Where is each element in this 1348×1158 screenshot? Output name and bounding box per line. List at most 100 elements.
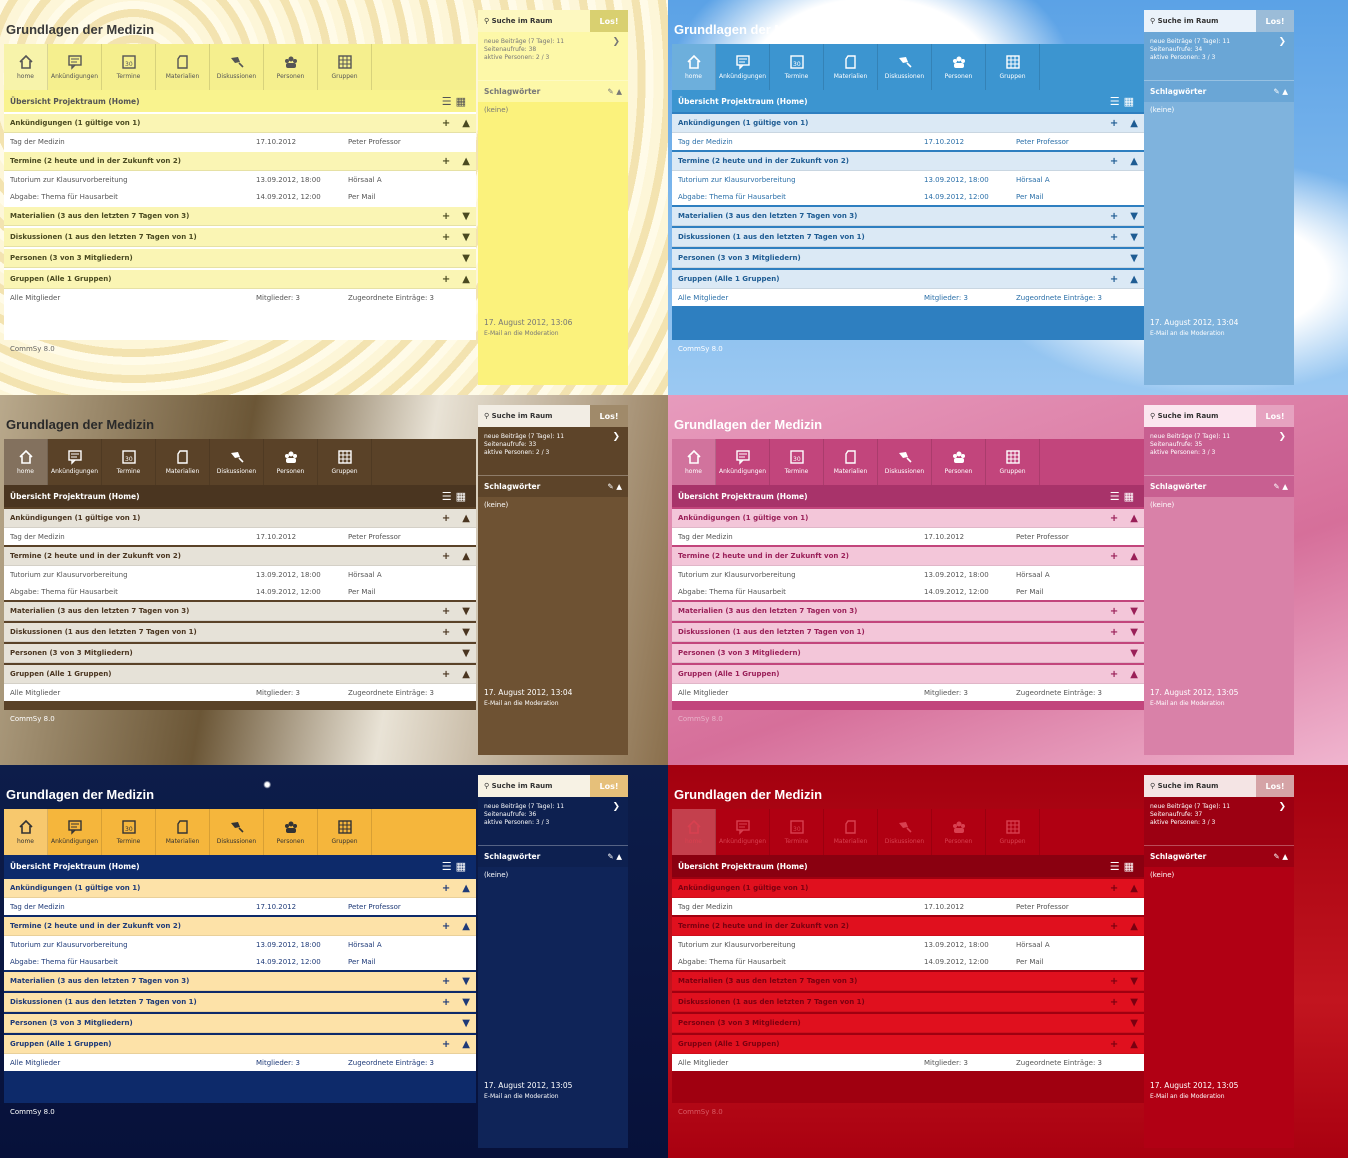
- tab-gruppen[interactable]: Gruppen: [318, 44, 372, 90]
- tab-termine[interactable]: 30 Termine: [770, 439, 824, 485]
- tab-materialien[interactable]: Materialien: [156, 44, 210, 90]
- list-item[interactable]: Abgabe: Thema für Hausarbeit 14.09.2012, …: [4, 953, 476, 970]
- collapse-icon[interactable]: ▲: [462, 921, 470, 932]
- tab-personen[interactable]: Personen: [932, 439, 986, 485]
- search-input[interactable]: ⚲ Suche im Raum: [478, 775, 590, 797]
- item-title[interactable]: Alle Mitglieder: [10, 689, 256, 697]
- list-item[interactable]: Abgabe: Thema für Hausarbeit 14.09.2012, …: [672, 583, 1144, 600]
- add-icon[interactable]: +: [1110, 606, 1118, 617]
- add-icon[interactable]: +: [1110, 627, 1118, 638]
- section-materials[interactable]: Materialien (3 aus den letzten 7 Tagen v…: [4, 602, 476, 621]
- section-materials[interactable]: Materialien (3 aus den letzten 7 Tagen v…: [672, 972, 1144, 991]
- tab-gruppen[interactable]: Gruppen: [318, 809, 372, 855]
- view-toggle-icon[interactable]: ☰▦: [442, 95, 470, 108]
- list-item[interactable]: Alle Mitglieder Mitglieder: 3 Zugeordnete …: [4, 1054, 476, 1071]
- tab-termine[interactable]: 30 Termine: [102, 439, 156, 485]
- edit-icon[interactable]: ✎ ▲: [607, 482, 622, 491]
- collapse-icon[interactable]: ▲: [1130, 551, 1138, 562]
- tab-home[interactable]: home: [4, 44, 48, 90]
- search-button[interactable]: Los!: [590, 775, 628, 797]
- section-dates[interactable]: Termine (2 heute und in der Zukunft von …: [4, 917, 476, 936]
- collapse-icon[interactable]: ▲: [462, 883, 470, 894]
- item-title[interactable]: Tag der Medizin: [10, 533, 256, 541]
- rss-icon[interactable]: ❯: [612, 803, 620, 812]
- tab-personen[interactable]: Personen: [264, 439, 318, 485]
- list-item[interactable]: Tag der Medizin 17.10.2012 Peter Professor: [4, 898, 476, 915]
- list-item[interactable]: Tutorium zur Klausurvorbereitung 13.09.20…: [4, 566, 476, 583]
- add-icon[interactable]: +: [442, 883, 450, 894]
- tab-termine[interactable]: 30 Termine: [770, 809, 824, 855]
- section-persons[interactable]: Personen (3 von 3 Mitgliedern) ▼: [4, 644, 476, 663]
- collapse-icon[interactable]: ▲: [462, 274, 470, 285]
- section-persons[interactable]: Personen (3 von 3 Mitgliedern) ▼: [672, 249, 1144, 268]
- list-item[interactable]: Tutorium zur Klausurvorbereitung 13.09.20…: [672, 171, 1144, 188]
- edit-icon[interactable]: ✎ ▲: [607, 852, 622, 861]
- item-title[interactable]: Tutorium zur Klausurvorbereitung: [10, 571, 256, 579]
- rss-icon[interactable]: ❯: [1278, 433, 1286, 442]
- tab-home[interactable]: home: [4, 809, 48, 855]
- tab-gruppen[interactable]: Gruppen: [986, 809, 1040, 855]
- tab-diskussionen[interactable]: Diskussionen: [210, 44, 264, 90]
- mail-moderation-link[interactable]: E-Mail an die Moderation: [1150, 328, 1238, 339]
- section-groups[interactable]: Gruppen (Alle 1 Gruppen) + ▲: [672, 1035, 1144, 1054]
- section-dates[interactable]: Termine (2 heute und in der Zukunft von …: [4, 152, 476, 171]
- tab-personen[interactable]: Personen: [932, 44, 986, 90]
- collapse-icon[interactable]: ▲: [1130, 1039, 1138, 1050]
- tab-ankündigungen[interactable]: Ankündigungen: [48, 439, 102, 485]
- add-icon[interactable]: +: [1110, 883, 1118, 894]
- item-title[interactable]: Tutorium zur Klausurvorbereitung: [678, 941, 924, 949]
- add-icon[interactable]: +: [1110, 118, 1118, 129]
- section-persons[interactable]: Personen (3 von 3 Mitgliedern) ▼: [672, 644, 1144, 663]
- view-toggle-icon[interactable]: ☰▦: [442, 860, 470, 873]
- section-discussions[interactable]: Diskussionen (1 aus den letzten 7 Tagen …: [672, 993, 1144, 1012]
- view-toggle-icon[interactable]: ☰▦: [1110, 95, 1138, 108]
- tab-gruppen[interactable]: Gruppen: [318, 439, 372, 485]
- tab-materialien[interactable]: Materialien: [156, 439, 210, 485]
- list-item[interactable]: Tag der Medizin 17.10.2012 Peter Professor: [672, 898, 1144, 915]
- tab-gruppen[interactable]: Gruppen: [986, 44, 1040, 90]
- list-item[interactable]: Tag der Medizin 17.10.2012 Peter Professor: [672, 133, 1144, 150]
- section-groups[interactable]: Gruppen (Alle 1 Gruppen) + ▲: [4, 270, 476, 289]
- search-button[interactable]: Los!: [590, 405, 628, 427]
- add-icon[interactable]: +: [442, 627, 450, 638]
- list-item[interactable]: Tutorium zur Klausurvorbereitung 13.09.20…: [672, 566, 1144, 583]
- section-announcements[interactable]: Ankündigungen (1 gültige von 1) + ▲: [4, 879, 476, 898]
- tab-diskussionen[interactable]: Diskussionen: [210, 439, 264, 485]
- item-title[interactable]: Alle Mitglieder: [10, 1059, 256, 1067]
- search-button[interactable]: Los!: [1256, 775, 1294, 797]
- add-icon[interactable]: +: [1110, 274, 1118, 285]
- tab-ankündigungen[interactable]: Ankündigungen: [48, 809, 102, 855]
- add-icon[interactable]: +: [442, 921, 450, 932]
- add-icon[interactable]: +: [1110, 997, 1118, 1008]
- tab-termine[interactable]: 30 Termine: [102, 44, 156, 90]
- add-icon[interactable]: +: [442, 997, 450, 1008]
- section-announcements[interactable]: Ankündigungen (1 gültige von 1) + ▲: [4, 114, 476, 133]
- section-discussions[interactable]: Diskussionen (1 aus den letzten 7 Tagen …: [4, 228, 476, 247]
- list-item[interactable]: Tutorium zur Klausurvorbereitung 13.09.20…: [672, 936, 1144, 953]
- collapse-icon[interactable]: ▲: [462, 551, 470, 562]
- section-groups[interactable]: Gruppen (Alle 1 Gruppen) + ▲: [672, 665, 1144, 684]
- collapse-icon[interactable]: ▲: [462, 1039, 470, 1050]
- section-groups[interactable]: Gruppen (Alle 1 Gruppen) + ▲: [4, 1035, 476, 1054]
- add-icon[interactable]: +: [442, 211, 450, 222]
- expand-icon[interactable]: ▼: [462, 232, 470, 243]
- section-announcements[interactable]: Ankündigungen (1 gültige von 1) + ▲: [672, 509, 1144, 528]
- expand-icon[interactable]: ▼: [1130, 606, 1138, 617]
- tab-home[interactable]: home: [4, 439, 48, 485]
- tab-diskussionen[interactable]: Diskussionen: [210, 809, 264, 855]
- expand-icon[interactable]: ▼: [462, 606, 470, 617]
- edit-icon[interactable]: ✎ ▲: [1273, 87, 1288, 96]
- collapse-icon[interactable]: ▲: [1130, 118, 1138, 129]
- list-item[interactable]: Abgabe: Thema für Hausarbeit 14.09.2012, …: [672, 953, 1144, 970]
- expand-icon[interactable]: ▼: [462, 627, 470, 638]
- item-title[interactable]: Abgabe: Thema für Hausarbeit: [678, 193, 924, 201]
- section-groups[interactable]: Gruppen (Alle 1 Gruppen) + ▲: [4, 665, 476, 684]
- rss-icon[interactable]: ❯: [612, 433, 620, 442]
- add-icon[interactable]: +: [1110, 1039, 1118, 1050]
- tab-ankündigungen[interactable]: Ankündigungen: [716, 44, 770, 90]
- add-icon[interactable]: +: [1110, 921, 1118, 932]
- expand-icon[interactable]: ▼: [462, 648, 470, 659]
- mail-moderation-link[interactable]: E-Mail an die Moderation: [484, 1091, 572, 1102]
- section-materials[interactable]: Materialien (3 aus den letzten 7 Tagen v…: [672, 602, 1144, 621]
- tab-diskussionen[interactable]: Diskussionen: [878, 809, 932, 855]
